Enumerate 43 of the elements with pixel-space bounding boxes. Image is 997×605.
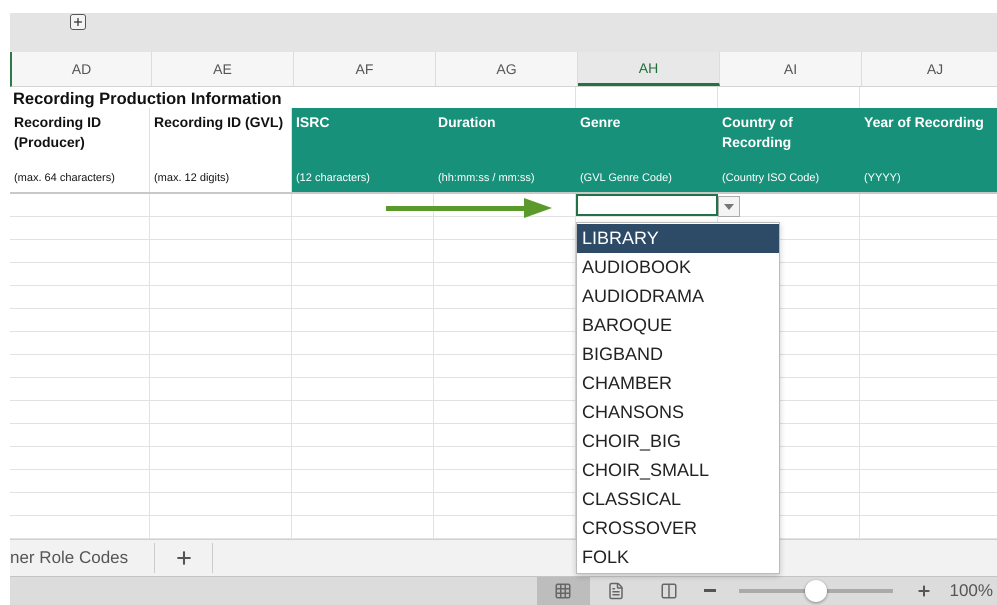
columns-icon — [660, 582, 678, 600]
field-title: Country of Recording — [722, 113, 794, 152]
dropdown-option[interactable]: AUDIODRAMA — [577, 282, 779, 311]
section-title: Recording Production Information — [12, 89, 283, 110]
active-cell[interactable] — [576, 194, 718, 216]
dropdown-option[interactable]: CHOIR_BIG — [577, 427, 779, 456]
sheet-tab[interactable]: ner Role Codes — [10, 542, 156, 573]
dropdown-option[interactable]: CLASSICAL — [577, 485, 779, 514]
dropdown-option[interactable]: AUDIOBOOK — [577, 253, 779, 282]
dropdown-option[interactable]: CHOIR_SMALL — [577, 456, 779, 485]
dropdown-option[interactable]: CROSSOVER — [577, 514, 779, 543]
normal-view-button[interactable] — [536, 576, 590, 605]
dropdown-option[interactable]: LIBRARY — [577, 224, 779, 253]
field-hint: (12 characters) — [296, 172, 371, 184]
dropdown-option[interactable]: BAROQUE — [577, 311, 779, 340]
add-button[interactable] — [70, 14, 86, 30]
field-title: Duration — [438, 113, 497, 132]
dropdown-option[interactable]: CHAMBER — [577, 369, 779, 398]
field-hint: (hh:mm:ss / mm:ss) — [438, 172, 536, 184]
slider-thumb[interactable] — [804, 580, 827, 602]
zoom-percent: 100% — [948, 580, 994, 601]
arrow-icon — [386, 198, 552, 218]
dropdown-button[interactable] — [718, 196, 740, 217]
grid-icon — [554, 582, 572, 600]
minus-icon — [704, 589, 716, 592]
plus-icon — [916, 582, 932, 599]
field-hint: (max. 12 digits) — [154, 172, 230, 184]
field-title: ISRC — [296, 113, 330, 132]
page-icon — [607, 582, 626, 600]
dropdown-option[interactable]: CHANSONS — [577, 398, 779, 427]
caret-icon — [724, 204, 734, 210]
field-title: Year of Recording — [864, 113, 985, 132]
dropdown-option[interactable]: BIGBAND — [577, 340, 779, 369]
field-hint: (max. 64 characters) — [14, 172, 116, 184]
field-title: Genre — [580, 113, 622, 132]
plus-icon — [72, 16, 84, 28]
dropdown-option[interactable]: FOLK — [577, 543, 779, 572]
field-hint: (Country ISO Code) — [722, 172, 820, 184]
field-hint: (YYYY) — [864, 172, 902, 184]
field-hint: (GVL Genre Code) — [580, 172, 673, 184]
field-title: Recording ID (GVL) — [154, 113, 284, 132]
column-header[interactable]: AH — [578, 52, 720, 86]
field-title: Recording ID (Producer) — [14, 113, 102, 152]
